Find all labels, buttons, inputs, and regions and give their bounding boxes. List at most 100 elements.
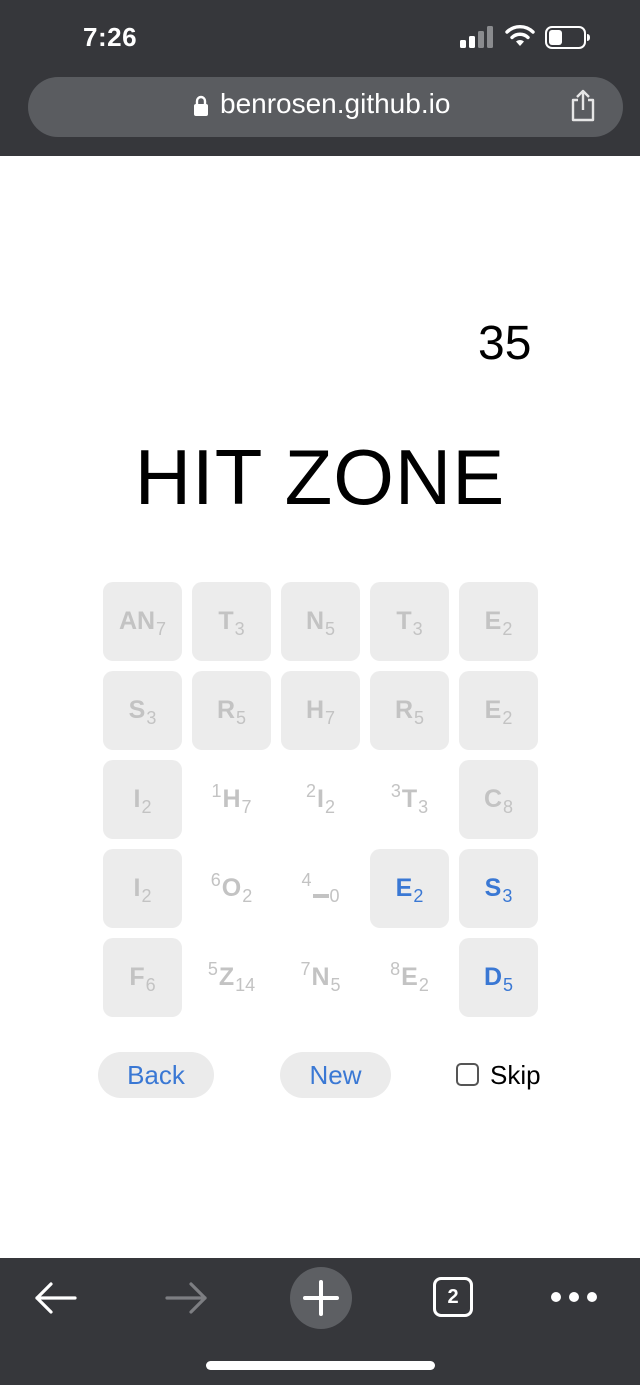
letter-grid: AN7 T3 N5 T3 E2 S3 R5 H7 R5 E2 I2 1H7 2I2 3T3 C8 I2 6O2 4… bbox=[103, 582, 538, 1017]
letter-tile[interactable]: 3T3 bbox=[370, 760, 449, 839]
home-indicator bbox=[206, 1361, 435, 1370]
letter-tile[interactable]: R5 bbox=[370, 671, 449, 750]
tile-points: 3 bbox=[412, 619, 423, 639]
tile-points: 5 bbox=[236, 708, 247, 728]
page-title: HIT ZONE bbox=[134, 433, 506, 521]
tile-points: 7 bbox=[241, 797, 252, 817]
letter-tile[interactable]: 8E2 bbox=[370, 938, 449, 1017]
tile-number: 7 bbox=[300, 959, 311, 979]
tile-points: 2 bbox=[413, 886, 424, 906]
tile-letter: E bbox=[484, 607, 502, 635]
tile-points: 3 bbox=[234, 619, 245, 639]
tile-letter: T bbox=[396, 607, 412, 635]
tile-points: 3 bbox=[418, 797, 429, 817]
letter-tile[interactable]: AN7 bbox=[103, 582, 182, 661]
tile-letter: F bbox=[129, 963, 145, 991]
tile-letter: T bbox=[401, 785, 418, 813]
letter-tile[interactable]: T3 bbox=[192, 582, 271, 661]
letter-tile[interactable]: F6 bbox=[103, 938, 182, 1017]
letter-tile[interactable]: 5Z14 bbox=[192, 938, 271, 1017]
tile-points: 14 bbox=[235, 975, 256, 995]
tile-letter: T bbox=[218, 607, 234, 635]
tile-number: 5 bbox=[207, 959, 218, 979]
signal-icon bbox=[460, 26, 494, 48]
letter-tile[interactable]: C8 bbox=[459, 760, 538, 839]
plus-icon bbox=[303, 1280, 339, 1316]
tile-letter: S bbox=[128, 696, 146, 724]
new-tab-button[interactable] bbox=[290, 1267, 352, 1329]
tile-letter: S bbox=[484, 874, 502, 902]
letter-tile[interactable]: 7N5 bbox=[281, 938, 360, 1017]
new-button[interactable]: New bbox=[280, 1052, 391, 1098]
tile-number: 3 bbox=[390, 781, 401, 801]
letter-tile[interactable]: 2I2 bbox=[281, 760, 360, 839]
tile-points: 6 bbox=[145, 975, 156, 995]
tile-letter: I bbox=[317, 785, 324, 813]
letter-tile[interactable]: S3 bbox=[459, 849, 538, 928]
letter-tile[interactable]: 40 bbox=[281, 849, 360, 928]
tile-number: 4 bbox=[301, 870, 312, 890]
letter-tile[interactable]: I2 bbox=[103, 760, 182, 839]
tabs-icon[interactable]: 2 bbox=[433, 1277, 473, 1317]
tile-letter: I bbox=[133, 874, 141, 902]
tile-number: 8 bbox=[390, 959, 401, 979]
back-arrow-icon[interactable] bbox=[33, 1280, 77, 1316]
share-icon[interactable] bbox=[569, 88, 597, 122]
tile-points: 7 bbox=[156, 619, 167, 639]
tile-number: 2 bbox=[306, 781, 317, 801]
tile-points: 5 bbox=[325, 619, 336, 639]
letter-tile[interactable]: E2 bbox=[459, 671, 538, 750]
tile-points: 2 bbox=[242, 886, 253, 906]
tile-points: 2 bbox=[324, 797, 335, 817]
tile-letter: C bbox=[483, 785, 503, 813]
letter-tile[interactable]: R5 bbox=[192, 671, 271, 750]
letter-tile[interactable]: S3 bbox=[103, 671, 182, 750]
tile-points: 5 bbox=[330, 975, 341, 995]
tile-letter bbox=[312, 890, 329, 898]
tile-letter: O bbox=[221, 874, 242, 902]
tile-points: 0 bbox=[329, 886, 340, 906]
skip-checkbox[interactable] bbox=[456, 1063, 479, 1086]
letter-tile[interactable]: N5 bbox=[281, 582, 360, 661]
tile-number: 6 bbox=[210, 870, 221, 890]
tile-letter: Z bbox=[218, 963, 235, 991]
tile-letter: E bbox=[484, 696, 502, 724]
tile-number: 1 bbox=[211, 781, 222, 801]
tile-letter: H bbox=[222, 785, 241, 813]
letter-tile[interactable]: 1H7 bbox=[192, 760, 271, 839]
tile-letter: N bbox=[311, 963, 330, 991]
battery-icon bbox=[545, 26, 590, 49]
tile-letter: N bbox=[305, 607, 325, 635]
letter-tile[interactable]: 6O2 bbox=[192, 849, 271, 928]
lock-icon bbox=[194, 95, 208, 116]
tile-letter: R bbox=[394, 696, 414, 724]
browser-top-bar: 7:26 benrosen.github.io bbox=[0, 0, 640, 156]
letter-tile[interactable]: D5 bbox=[459, 938, 538, 1017]
tile-points: 8 bbox=[503, 797, 514, 817]
tile-letter: H bbox=[305, 696, 325, 724]
skip-label[interactable]: Skip bbox=[490, 1060, 541, 1091]
tile-letter: AN bbox=[118, 607, 156, 635]
score: 35 bbox=[478, 317, 532, 370]
letter-tile[interactable]: E2 bbox=[459, 582, 538, 661]
status-time: 7:26 bbox=[83, 22, 138, 52]
tile-letter: R bbox=[216, 696, 236, 724]
forward-arrow-icon[interactable] bbox=[165, 1280, 209, 1316]
letter-tile[interactable]: E2 bbox=[370, 849, 449, 928]
back-button[interactable]: Back bbox=[98, 1052, 214, 1098]
url-text[interactable]: benrosen.github.io bbox=[220, 88, 450, 120]
tile-points: 7 bbox=[325, 708, 336, 728]
tile-points: 3 bbox=[502, 886, 513, 906]
tile-points: 5 bbox=[414, 708, 425, 728]
tile-letter: E bbox=[401, 963, 418, 991]
tile-points: 3 bbox=[146, 708, 157, 728]
letter-tile[interactable]: T3 bbox=[370, 582, 449, 661]
tile-points: 2 bbox=[502, 708, 513, 728]
tile-letter: E bbox=[395, 874, 413, 902]
letter-tile[interactable]: H7 bbox=[281, 671, 360, 750]
letter-tile[interactable]: I2 bbox=[103, 849, 182, 928]
tile-letter: I bbox=[133, 785, 141, 813]
tile-points: 2 bbox=[418, 975, 429, 995]
more-icon[interactable] bbox=[550, 1290, 598, 1304]
tile-points: 2 bbox=[141, 886, 152, 906]
